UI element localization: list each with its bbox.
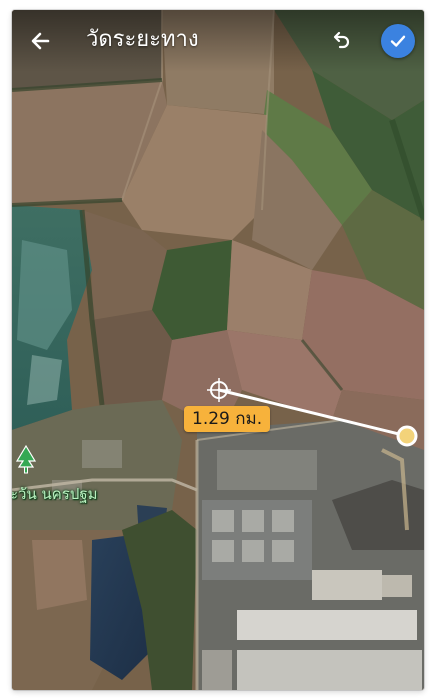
place-label[interactable]: ะวัน นครปฐม xyxy=(12,484,98,504)
arrow-left-icon xyxy=(31,32,50,50)
phone-frame: วัดระยะทาง 1.29 กม. ะวัน นครปฐม xyxy=(0,0,433,698)
end-point-marker[interactable] xyxy=(396,425,418,447)
check-icon xyxy=(390,35,406,47)
place-marker[interactable] xyxy=(14,444,38,476)
undo-icon xyxy=(333,31,350,49)
back-button[interactable] xyxy=(26,26,56,56)
top-toolbar: วัดระยะทาง xyxy=(12,10,424,72)
satellite-map[interactable] xyxy=(12,10,424,690)
tree-pin-icon xyxy=(15,444,37,474)
page-title: วัดระยะทาง xyxy=(86,27,199,52)
map-screen: วัดระยะทาง 1.29 กม. ะวัน นครปฐม xyxy=(12,10,424,690)
confirm-button[interactable] xyxy=(381,24,415,58)
distance-badge: 1.29 กม. xyxy=(184,406,271,432)
undo-button[interactable] xyxy=(328,28,354,54)
